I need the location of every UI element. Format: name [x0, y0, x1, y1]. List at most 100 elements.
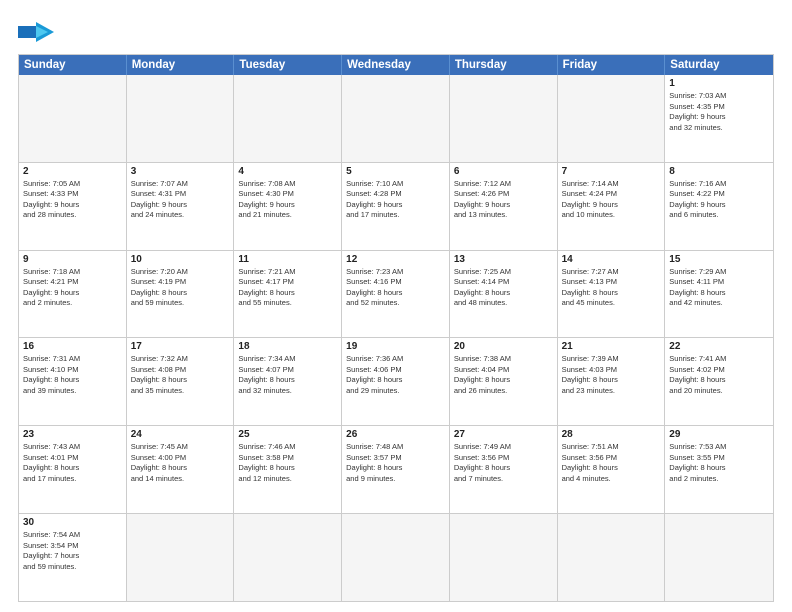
- day-cell-30: 30 Sunrise: 7:54 AM Sunset: 3:54 PM Dayli…: [19, 514, 127, 601]
- day-number: 4: [238, 166, 337, 177]
- day-cell-28: 28 Sunrise: 7:51 AM Sunset: 3:56 PM Dayli…: [558, 426, 666, 513]
- day-cell-17: 17 Sunrise: 7:32 AM Sunset: 4:08 PM Dayli…: [127, 338, 235, 425]
- day-cell-12: 12 Sunrise: 7:23 AM Sunset: 4:16 PM Dayli…: [342, 251, 450, 338]
- day-cell-7: 7 Sunrise: 7:14 AM Sunset: 4:24 PM Daylig…: [558, 163, 666, 250]
- header-day-monday: Monday: [127, 55, 235, 75]
- day-cell-15: 15Sunrise: 7:29 AM Sunset: 4:11 PM Dayli…: [665, 251, 773, 338]
- day-number: 17: [131, 341, 230, 352]
- day-cell-5: 5 Sunrise: 7:10 AM Sunset: 4:28 PM Daylig…: [342, 163, 450, 250]
- empty-cell: [558, 514, 666, 601]
- day-cell-20: 20 Sunrise: 7:38 AM Sunset: 4:04 PM Dayli…: [450, 338, 558, 425]
- day-cell-13: 13Sunrise: 7:25 AM Sunset: 4:14 PM Dayli…: [450, 251, 558, 338]
- day-cell-1: 1Sunrise: 7:03 AM Sunset: 4:35 PM Daylig…: [665, 75, 773, 162]
- empty-cell: [450, 514, 558, 601]
- calendar: SundayMondayTuesdayWednesdayThursdayFrid…: [18, 54, 774, 602]
- day-number: 27: [454, 429, 553, 440]
- day-number: 8: [669, 166, 769, 177]
- day-cell-3: 3 Sunrise: 7:07 AM Sunset: 4:31 PM Daylig…: [127, 163, 235, 250]
- day-number: 16: [23, 341, 122, 352]
- day-cell-27: 27 Sunrise: 7:49 AM Sunset: 3:56 PM Dayli…: [450, 426, 558, 513]
- day-number: 29: [669, 429, 769, 440]
- day-info: Sunrise: 7:32 AM Sunset: 4:08 PM Dayligh…: [131, 354, 230, 396]
- header: [18, 18, 774, 46]
- day-cell-25: 25Sunrise: 7:46 AM Sunset: 3:58 PM Dayli…: [234, 426, 342, 513]
- day-number: 30: [23, 517, 122, 528]
- day-cell-11: 11Sunrise: 7:21 AM Sunset: 4:17 PM Dayli…: [234, 251, 342, 338]
- day-number: 14: [562, 254, 661, 265]
- day-info: Sunrise: 7:07 AM Sunset: 4:31 PM Dayligh…: [131, 179, 230, 221]
- empty-cell: [450, 75, 558, 162]
- day-info: Sunrise: 7:51 AM Sunset: 3:56 PM Dayligh…: [562, 442, 661, 484]
- day-info: Sunrise: 7:14 AM Sunset: 4:24 PM Dayligh…: [562, 179, 661, 221]
- day-cell-8: 8 Sunrise: 7:16 AM Sunset: 4:22 PM Daylig…: [665, 163, 773, 250]
- day-cell-26: 26 Sunrise: 7:48 AM Sunset: 3:57 PM Dayli…: [342, 426, 450, 513]
- day-info: Sunrise: 7:34 AM Sunset: 4:07 PM Dayligh…: [238, 354, 337, 396]
- day-cell-4: 4 Sunrise: 7:08 AM Sunset: 4:30 PM Daylig…: [234, 163, 342, 250]
- day-info: Sunrise: 7:10 AM Sunset: 4:28 PM Dayligh…: [346, 179, 445, 221]
- day-number: 3: [131, 166, 230, 177]
- day-info: Sunrise: 7:38 AM Sunset: 4:04 PM Dayligh…: [454, 354, 553, 396]
- calendar-row-2: 9Sunrise: 7:18 AM Sunset: 4:21 PM Daylig…: [19, 250, 773, 338]
- day-cell-19: 19Sunrise: 7:36 AM Sunset: 4:06 PM Dayli…: [342, 338, 450, 425]
- header-day-saturday: Saturday: [665, 55, 773, 75]
- day-number: 5: [346, 166, 445, 177]
- calendar-header: SundayMondayTuesdayWednesdayThursdayFrid…: [19, 55, 773, 75]
- day-number: 24: [131, 429, 230, 440]
- day-info: Sunrise: 7:45 AM Sunset: 4:00 PM Dayligh…: [131, 442, 230, 484]
- empty-cell: [234, 514, 342, 601]
- day-number: 10: [131, 254, 230, 265]
- day-number: 18: [238, 341, 337, 352]
- day-info: Sunrise: 7:27 AM Sunset: 4:13 PM Dayligh…: [562, 267, 661, 309]
- day-info: Sunrise: 7:41 AM Sunset: 4:02 PM Dayligh…: [669, 354, 769, 396]
- page: SundayMondayTuesdayWednesdayThursdayFrid…: [0, 0, 792, 612]
- day-cell-29: 29 Sunrise: 7:53 AM Sunset: 3:55 PM Dayli…: [665, 426, 773, 513]
- day-info: Sunrise: 7:48 AM Sunset: 3:57 PM Dayligh…: [346, 442, 445, 484]
- day-info: Sunrise: 7:54 AM Sunset: 3:54 PM Dayligh…: [23, 530, 122, 572]
- day-number: 2: [23, 166, 122, 177]
- empty-cell: [19, 75, 127, 162]
- day-cell-9: 9Sunrise: 7:18 AM Sunset: 4:21 PM Daylig…: [19, 251, 127, 338]
- day-cell-10: 10 Sunrise: 7:20 AM Sunset: 4:19 PM Dayli…: [127, 251, 235, 338]
- day-info: Sunrise: 7:31 AM Sunset: 4:10 PM Dayligh…: [23, 354, 122, 396]
- day-number: 28: [562, 429, 661, 440]
- day-number: 25: [238, 429, 337, 440]
- calendar-row-0: 1Sunrise: 7:03 AM Sunset: 4:35 PM Daylig…: [19, 75, 773, 162]
- day-cell-14: 14 Sunrise: 7:27 AM Sunset: 4:13 PM Dayli…: [558, 251, 666, 338]
- empty-cell: [665, 514, 773, 601]
- day-cell-21: 21 Sunrise: 7:39 AM Sunset: 4:03 PM Dayli…: [558, 338, 666, 425]
- day-cell-2: 2 Sunrise: 7:05 AM Sunset: 4:33 PM Daylig…: [19, 163, 127, 250]
- day-info: Sunrise: 7:39 AM Sunset: 4:03 PM Dayligh…: [562, 354, 661, 396]
- day-cell-24: 24 Sunrise: 7:45 AM Sunset: 4:00 PM Dayli…: [127, 426, 235, 513]
- day-number: 6: [454, 166, 553, 177]
- day-number: 12: [346, 254, 445, 265]
- day-cell-6: 6Sunrise: 7:12 AM Sunset: 4:26 PM Daylig…: [450, 163, 558, 250]
- logo-icon: [18, 18, 54, 46]
- day-number: 20: [454, 341, 553, 352]
- day-info: Sunrise: 7:20 AM Sunset: 4:19 PM Dayligh…: [131, 267, 230, 309]
- calendar-row-4: 23Sunrise: 7:43 AM Sunset: 4:01 PM Dayli…: [19, 425, 773, 513]
- day-number: 22: [669, 341, 769, 352]
- day-info: Sunrise: 7:08 AM Sunset: 4:30 PM Dayligh…: [238, 179, 337, 221]
- day-info: Sunrise: 7:23 AM Sunset: 4:16 PM Dayligh…: [346, 267, 445, 309]
- day-number: 26: [346, 429, 445, 440]
- empty-cell: [342, 75, 450, 162]
- header-day-wednesday: Wednesday: [342, 55, 450, 75]
- header-day-tuesday: Tuesday: [234, 55, 342, 75]
- day-cell-18: 18 Sunrise: 7:34 AM Sunset: 4:07 PM Dayli…: [234, 338, 342, 425]
- empty-cell: [127, 514, 235, 601]
- day-cell-22: 22 Sunrise: 7:41 AM Sunset: 4:02 PM Dayli…: [665, 338, 773, 425]
- day-info: Sunrise: 7:53 AM Sunset: 3:55 PM Dayligh…: [669, 442, 769, 484]
- day-info: Sunrise: 7:16 AM Sunset: 4:22 PM Dayligh…: [669, 179, 769, 221]
- day-number: 21: [562, 341, 661, 352]
- empty-cell: [558, 75, 666, 162]
- header-day-friday: Friday: [558, 55, 666, 75]
- day-info: Sunrise: 7:18 AM Sunset: 4:21 PM Dayligh…: [23, 267, 122, 309]
- empty-cell: [127, 75, 235, 162]
- header-day-thursday: Thursday: [450, 55, 558, 75]
- day-number: 7: [562, 166, 661, 177]
- logo: [18, 18, 58, 46]
- day-number: 19: [346, 341, 445, 352]
- day-info: Sunrise: 7:05 AM Sunset: 4:33 PM Dayligh…: [23, 179, 122, 221]
- day-number: 15: [669, 254, 769, 265]
- day-info: Sunrise: 7:49 AM Sunset: 3:56 PM Dayligh…: [454, 442, 553, 484]
